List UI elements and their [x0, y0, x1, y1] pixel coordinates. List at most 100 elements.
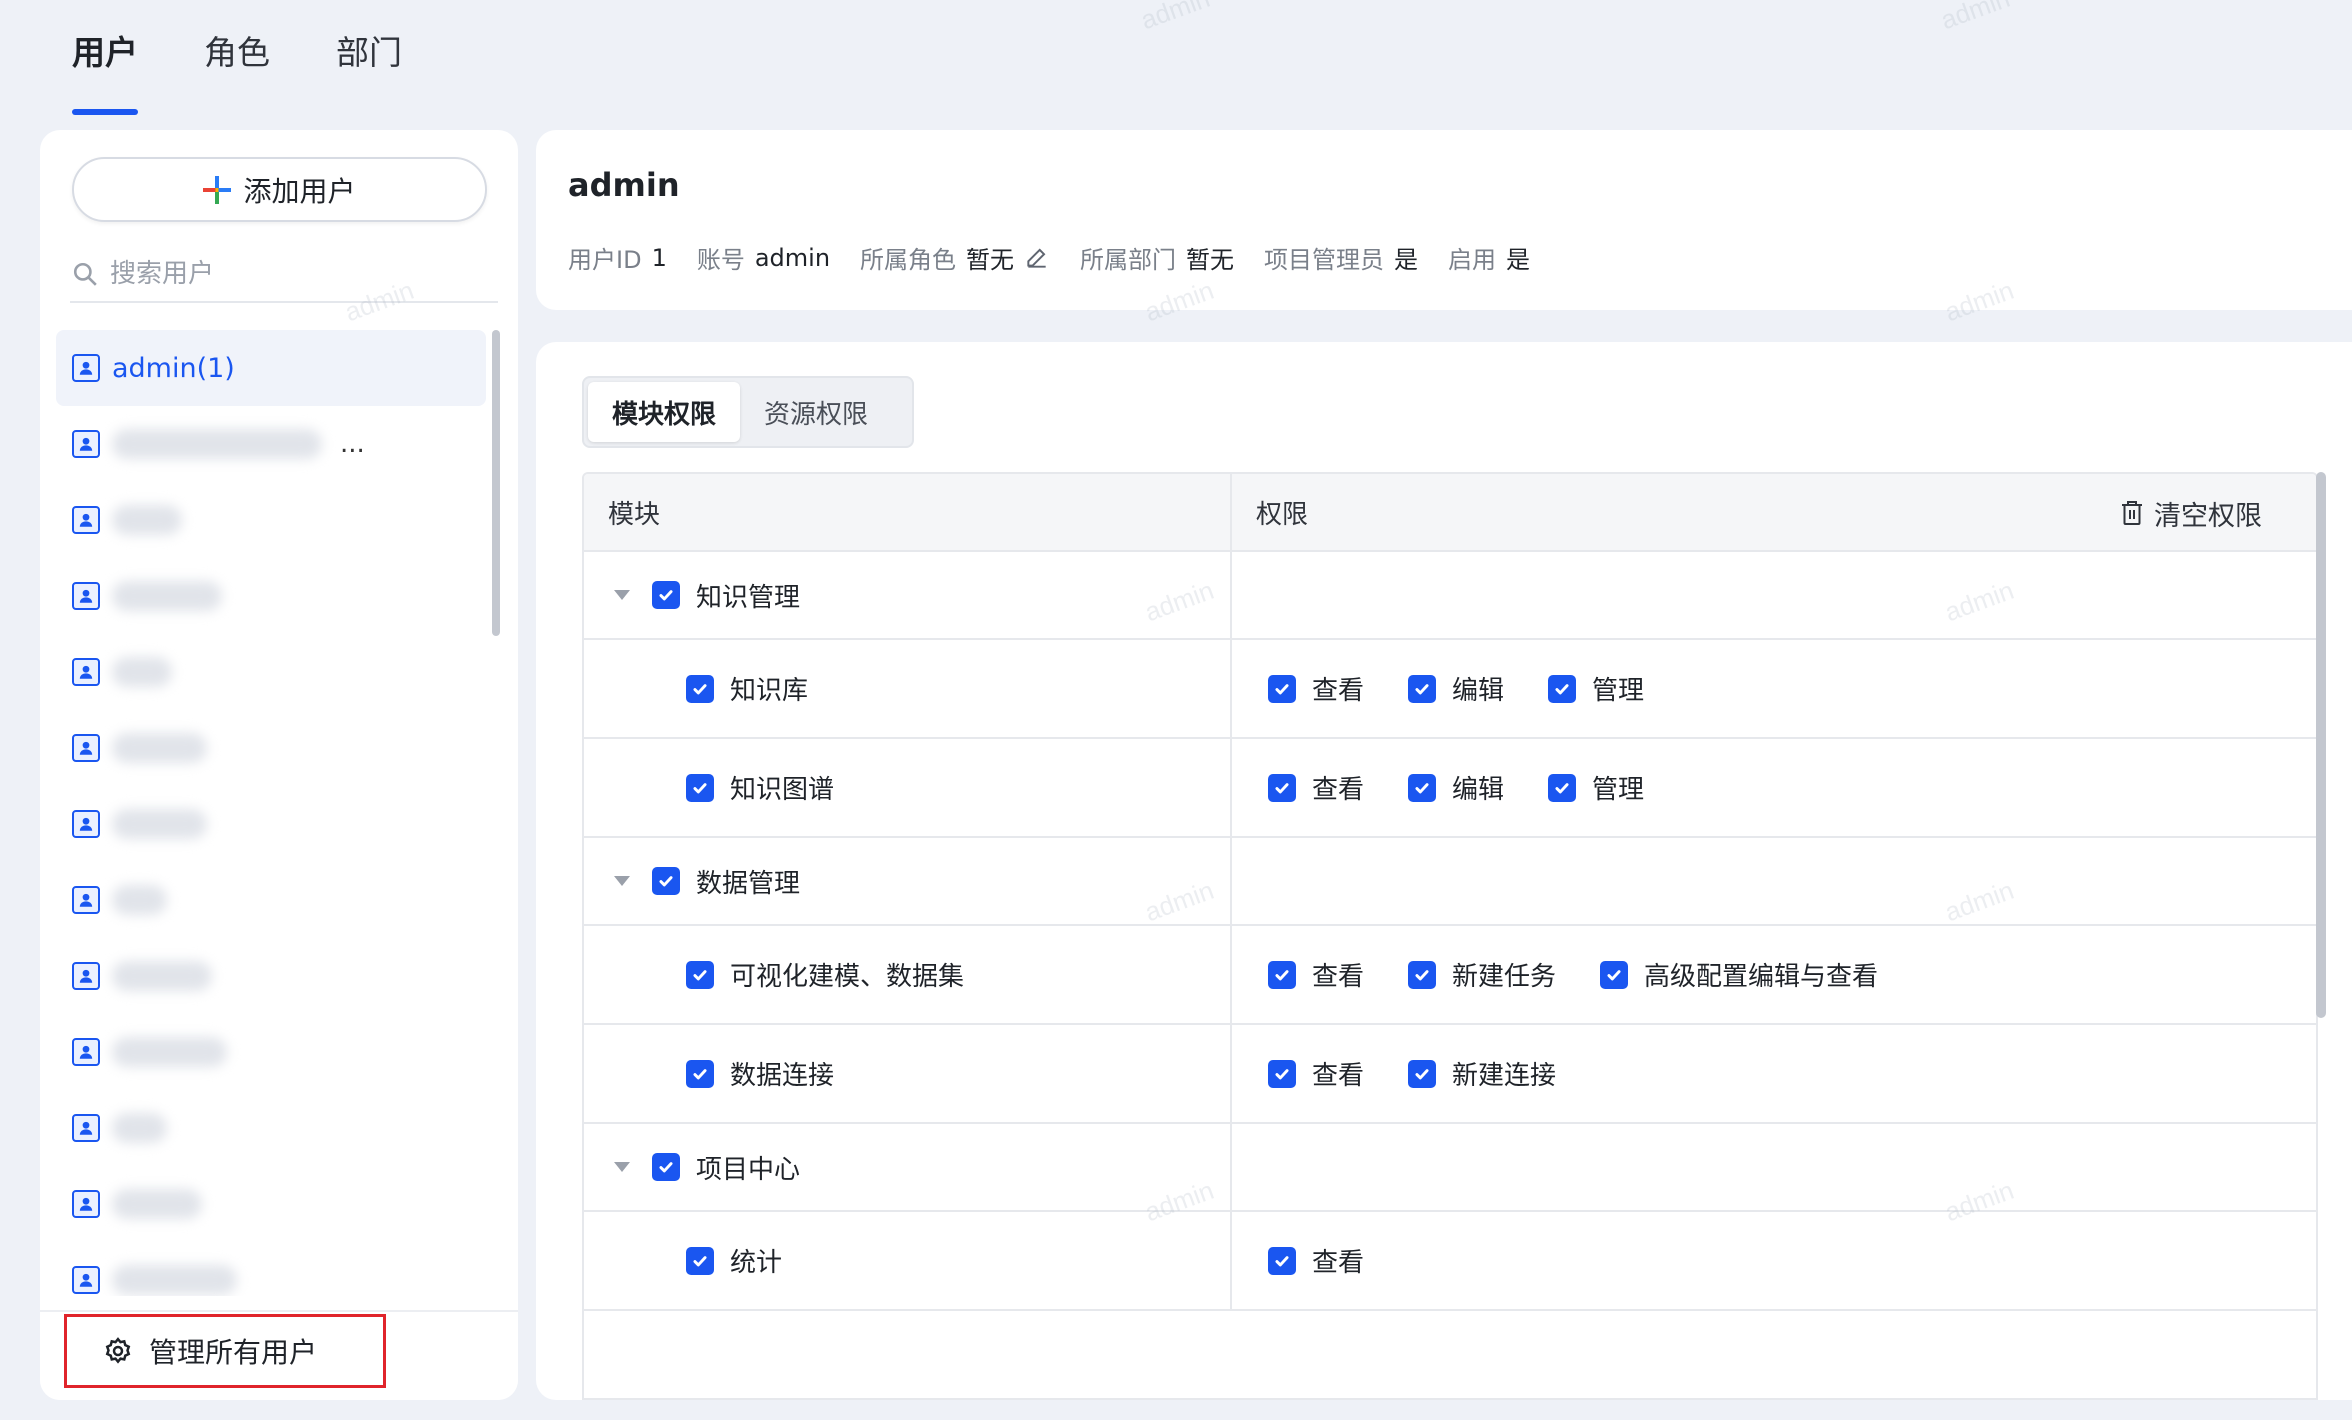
- user-info-fields: 用户ID 1 账号 admin 所属角色 暂无 所属部门 暂无 项目管理员 是 …: [568, 240, 1560, 275]
- permission-table: 模块 权限 清空权限 知识管理 知识库 查看 编辑 管理 知识图谱 查看 编辑 管理 数据管理 可视…: [582, 472, 2318, 1400]
- permission-option[interactable]: 新建连接: [1408, 1055, 1556, 1092]
- clear-permissions-label: 清空权限: [2154, 500, 2262, 532]
- search-icon: [73, 262, 97, 286]
- permission-checkbox[interactable]: [1268, 674, 1296, 703]
- module-checkbox[interactable]: [652, 581, 680, 609]
- user-list-item[interactable]: [56, 786, 486, 862]
- user-icon: [72, 1114, 100, 1142]
- permission-checkbox[interactable]: [1268, 773, 1296, 802]
- table-body: 知识管理 知识库 查看 编辑 管理 知识图谱 查看 编辑 管理 数据管理 可视化建模、数据集 查看 新建…: [584, 552, 2316, 1311]
- user-list-item[interactable]: admin(1): [56, 330, 486, 406]
- user-list-item[interactable]: [56, 710, 486, 786]
- permission-checkbox[interactable]: [1408, 960, 1437, 989]
- add-user-button[interactable]: 添加用户: [72, 157, 487, 222]
- user-list-item[interactable]: [56, 1242, 486, 1296]
- add-user-label: 添加用户: [243, 174, 356, 208]
- module-row: 知识图谱 查看 编辑 管理: [584, 739, 2316, 838]
- module-checkbox[interactable]: [686, 960, 714, 989]
- permission-checkbox[interactable]: [1408, 773, 1437, 802]
- permission-checkbox[interactable]: [1268, 1246, 1296, 1275]
- permission-checkbox[interactable]: [1268, 1059, 1296, 1088]
- manage-all-users-button[interactable]: 管理所有用户: [64, 1314, 386, 1388]
- permission-option[interactable]: 管理: [1548, 769, 1644, 806]
- caret-down-icon[interactable]: [614, 876, 630, 886]
- permission-option[interactable]: 查看: [1268, 956, 1364, 993]
- enabled-label: 启用: [1448, 246, 1497, 274]
- permission-option[interactable]: 查看: [1268, 1242, 1364, 1279]
- user-icon: [72, 430, 100, 458]
- module-cell: 知识管理: [584, 552, 1232, 638]
- user-list-item[interactable]: [56, 1166, 486, 1242]
- module-cell: 知识库: [584, 640, 1232, 737]
- user-list-item[interactable]: ...: [56, 406, 486, 482]
- permission-option[interactable]: 新建任务: [1408, 956, 1556, 993]
- permission-cell: 查看 编辑 管理: [1232, 640, 2316, 737]
- user-list-item[interactable]: [56, 862, 486, 938]
- module-checkbox[interactable]: [686, 1246, 714, 1275]
- user-info-card: admin 用户ID 1 账号 admin 所属角色 暂无 所属部门 暂无 项目…: [536, 130, 2352, 310]
- module-checkbox[interactable]: [686, 674, 714, 703]
- tab-roles[interactable]: 角色: [204, 28, 270, 98]
- permission-option[interactable]: 查看: [1268, 670, 1364, 707]
- user-list: admin(1)...: [56, 330, 486, 1296]
- search-input[interactable]: [110, 259, 470, 289]
- module-checkbox[interactable]: [686, 1059, 714, 1088]
- caret-down-icon[interactable]: [614, 590, 630, 600]
- tab-departments[interactable]: 部门: [336, 28, 402, 98]
- permission-option[interactable]: 高级配置编辑与查看: [1600, 956, 1878, 993]
- permission-option[interactable]: 编辑: [1408, 769, 1504, 806]
- project-admin-value: 是: [1394, 246, 1419, 274]
- plus-icon: [203, 175, 232, 204]
- user-list-item[interactable]: [56, 938, 486, 1014]
- user-list-item[interactable]: [56, 634, 486, 710]
- tab-module-permission[interactable]: 模块权限: [588, 382, 741, 442]
- redacted-user-name: [112, 1265, 237, 1295]
- permission-option[interactable]: 管理: [1548, 670, 1644, 707]
- user-list-item[interactable]: [56, 1090, 486, 1166]
- user-icon: [72, 658, 100, 686]
- trash-icon: [2122, 501, 2142, 525]
- user-icon: [72, 886, 100, 914]
- department-value: 暂无: [1186, 246, 1235, 274]
- user-list-scrollbar[interactable]: [492, 330, 500, 636]
- permission-label: 编辑: [1452, 775, 1505, 805]
- column-header-permission: 权限 清空权限: [1232, 474, 2316, 550]
- permission-checkbox[interactable]: [1408, 674, 1437, 703]
- permission-label: 新建任务: [1452, 962, 1557, 992]
- more-icon[interactable]: ...: [340, 429, 365, 459]
- watermark: admin: [1936, 0, 2014, 36]
- permission-checkbox[interactable]: [1548, 674, 1577, 703]
- permission-label: 查看: [1312, 775, 1365, 805]
- module-checkbox[interactable]: [652, 867, 680, 895]
- user-list-item[interactable]: [56, 558, 486, 634]
- module-row: 可视化建模、数据集 查看 新建任务 高级配置编辑与查看: [584, 926, 2316, 1025]
- caret-down-icon[interactable]: [614, 1162, 630, 1172]
- tab-resource-permission[interactable]: 资源权限: [740, 382, 892, 442]
- permission-checkbox[interactable]: [1600, 960, 1629, 989]
- module-label: 统计: [730, 1248, 783, 1278]
- table-header: 模块 权限 清空权限: [584, 474, 2316, 552]
- module-label: 可视化建模、数据集: [730, 962, 965, 992]
- edit-role-icon[interactable]: [1024, 245, 1050, 271]
- permission-option[interactable]: 查看: [1268, 769, 1364, 806]
- permission-option[interactable]: 查看: [1268, 1055, 1364, 1092]
- redacted-user-name: [112, 961, 212, 991]
- module-cell: 可视化建模、数据集: [584, 926, 1232, 1023]
- tab-users[interactable]: 用户: [72, 28, 138, 115]
- permission-label: 新建连接: [1452, 1061, 1557, 1091]
- permission-checkbox[interactable]: [1548, 773, 1577, 802]
- user-icon: [72, 1190, 100, 1218]
- table-scrollbar[interactable]: [2316, 472, 2326, 1018]
- user-list-item[interactable]: [56, 1014, 486, 1090]
- clear-permissions-button[interactable]: 清空权限: [2120, 474, 2262, 552]
- module-label: 知识图谱: [730, 775, 835, 805]
- user-list-item[interactable]: [56, 482, 486, 558]
- module-checkbox[interactable]: [652, 1153, 680, 1181]
- permission-checkbox[interactable]: [1408, 1059, 1437, 1088]
- top-tabs: 用户 角色 部门: [72, 28, 402, 115]
- permission-checkbox[interactable]: [1268, 960, 1296, 989]
- permission-option[interactable]: 编辑: [1408, 670, 1504, 707]
- module-checkbox[interactable]: [686, 773, 714, 802]
- redacted-user-name: [112, 1113, 167, 1143]
- redacted-user-name: [112, 733, 207, 763]
